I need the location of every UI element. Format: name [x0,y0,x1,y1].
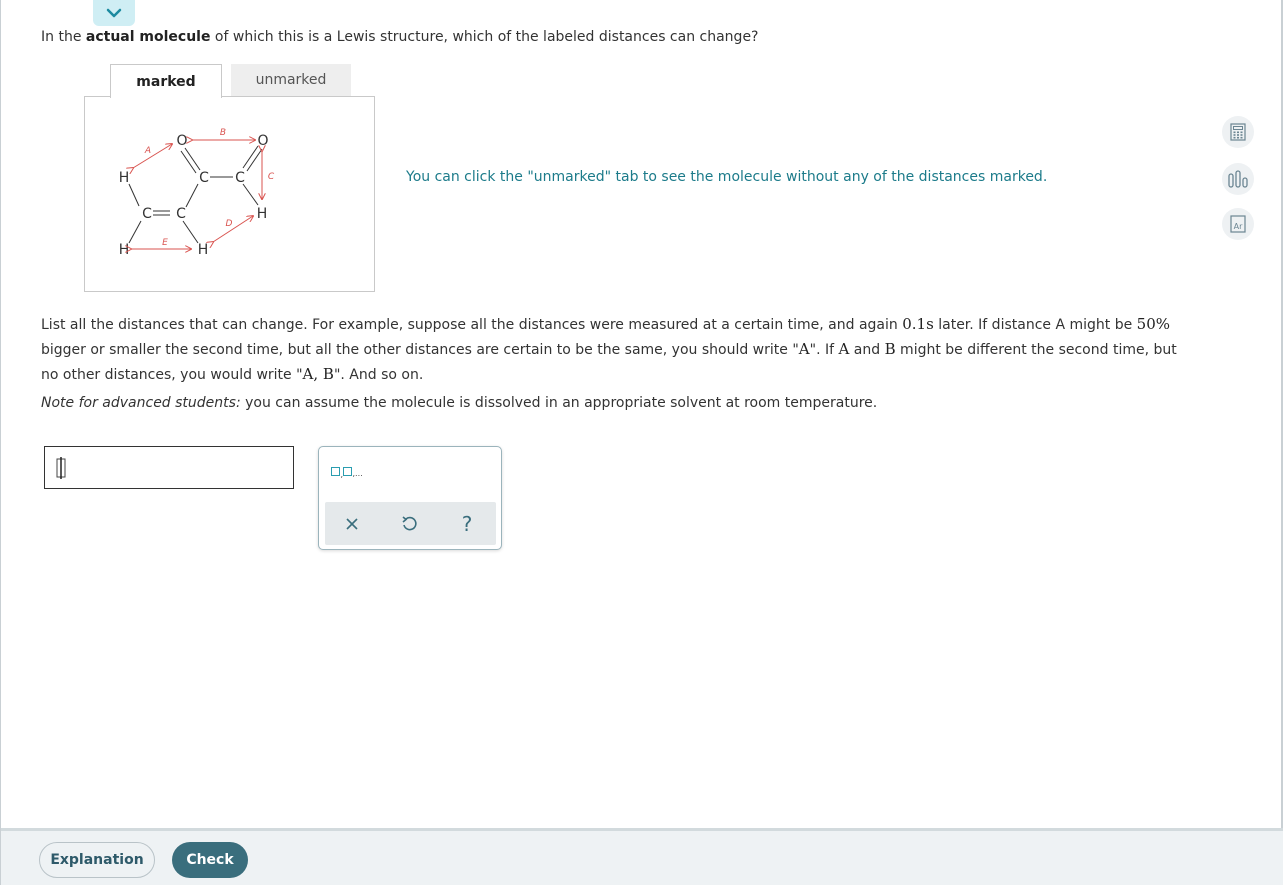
atom-c1: C [199,170,209,186]
question-suffix: of which this is a Lewis structure, whic… [210,29,759,45]
distance-label-d: D [226,219,233,229]
chevron-down-icon [106,8,122,18]
instructions-paragraph: List all the distances that can change. … [41,312,1191,387]
distance-labels: A B C D E [144,128,275,248]
check-button[interactable]: Check [172,842,248,878]
molecule-panel: O O C C C C H H H H A B C D E [84,96,375,292]
atom-h1: H [119,170,130,186]
svg-text:,: , [341,470,344,478]
atom-o2: O [257,133,268,149]
question-prefix: In the [41,29,86,45]
data-icon [1228,170,1248,188]
instr-text-2: later. If distance A might be [933,317,1137,333]
distance-label-c: C [268,172,275,182]
atom-c2: C [235,170,245,186]
palette-action-bar: ? [325,502,496,545]
unmarked-tab-hint: You can click the "unmarked" tab to see … [406,169,1048,185]
undo-button[interactable] [397,512,421,536]
calculator-icon [1230,123,1246,141]
instr-math-ab: A, B [302,365,334,383]
note-heading: Note for advanced students: [41,395,241,411]
bonds [128,145,263,244]
input-cursor-icon [56,457,66,479]
instr-math-a: A [798,340,810,358]
question-text: In the actual molecule of which this is … [41,29,759,45]
periodic-table-icon: Ar [1230,215,1246,233]
atom-o1: O [176,133,187,149]
atom-h4: H [198,242,209,258]
lewis-structure-diagram: O O C C C C H H H H A B C D E [119,128,275,258]
instr-math-time: 0.1s [902,315,934,333]
periodic-table-button[interactable]: Ar [1222,208,1254,240]
clear-icon [346,518,358,530]
tab-marked[interactable]: marked [110,64,222,98]
instr-math-b: B [884,340,896,358]
instr-text-7: ". And so on. [333,367,424,383]
instr-math-a2: A [838,340,850,358]
answer-palette: , ,... ? [318,446,502,550]
atom-c3: C [142,206,152,222]
sequence-template-icon: , ,... [331,467,363,479]
instr-text-5: and [849,342,885,358]
sequence-template-button[interactable]: , ,... [331,463,371,482]
instr-text-4: ". If [809,342,839,358]
instr-text-3: bigger or smaller the second time, but a… [41,342,799,358]
periodic-symbol: Ar [1234,222,1243,231]
instr-text-1: List all the distances that can change. … [41,317,903,333]
distance-label-b: B [220,128,226,138]
answer-input[interactable] [44,446,294,489]
undo-icon [402,516,417,531]
left-frame-border [0,0,1,885]
advanced-note: Note for advanced students: you can assu… [41,395,877,411]
calculator-button[interactable] [1222,116,1254,148]
note-text: you can assume the molecule is dissolved… [240,395,878,411]
distance-arrows [131,140,262,249]
svg-text:,...: ,... [353,469,363,478]
atom-h3: H [119,242,130,258]
footer-bar: Explanation Check [1,828,1283,885]
question-emphasis: actual molecule [85,29,211,45]
atom-c4: C [176,206,186,222]
distance-label-a: A [144,146,151,156]
help-button[interactable]: ? [455,512,479,536]
atom-labels: O O C C C C H H H H [119,133,269,258]
instr-math-percent: 50% [1136,315,1171,333]
distance-label-e: E [162,238,168,248]
clear-button[interactable] [340,512,364,536]
tab-unmarked[interactable]: unmarked [231,64,351,96]
explanation-button[interactable]: Explanation [39,842,155,878]
data-button[interactable] [1222,163,1254,195]
atom-h2: H [257,206,268,222]
collapse-toggle[interactable] [93,0,135,26]
help-icon: ? [461,512,473,536]
